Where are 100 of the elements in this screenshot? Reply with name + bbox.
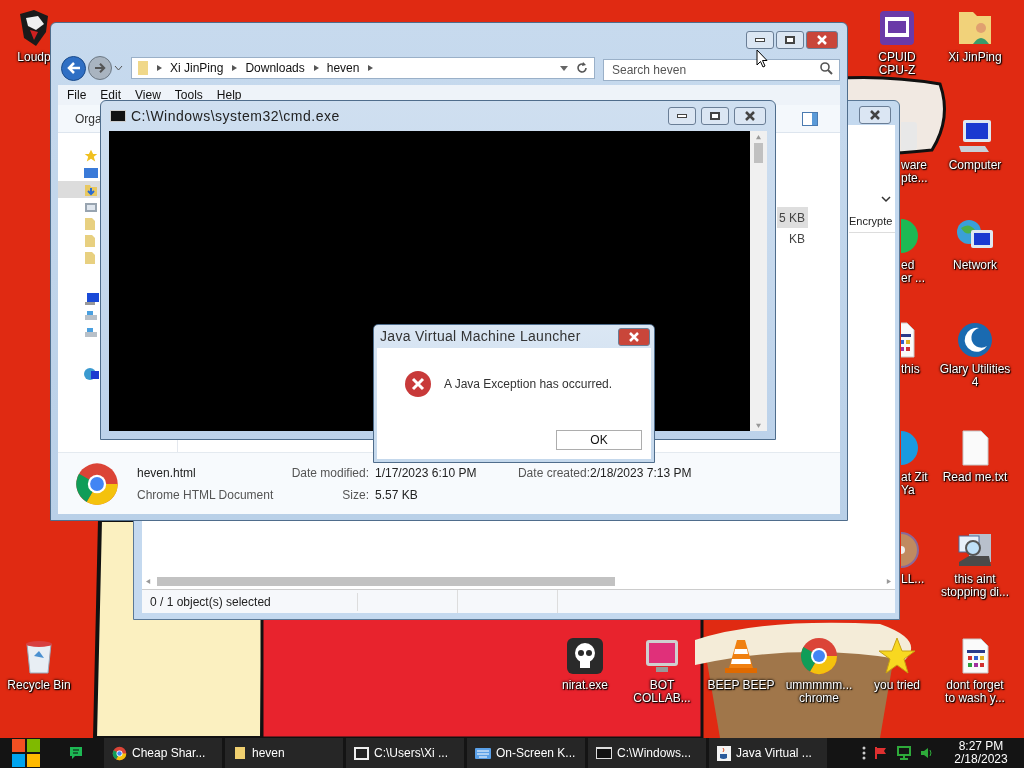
file-row[interactable]: KB bbox=[777, 228, 808, 249]
archive-app-icon bbox=[354, 746, 369, 760]
clock-time: 8:27 PM bbox=[958, 740, 1004, 753]
file-type: Chrome HTML Document bbox=[137, 486, 275, 504]
scroll-down-icon bbox=[756, 423, 761, 428]
icon-label[interactable]: Network bbox=[953, 259, 997, 272]
scroll-thumb[interactable] bbox=[754, 143, 763, 163]
menu-item[interactable]: Help bbox=[209, 86, 249, 104]
star-icon bbox=[84, 148, 98, 163]
scroll-up-icon bbox=[756, 135, 761, 140]
breadcrumb-item[interactable]: heven bbox=[326, 59, 360, 77]
close-button[interactable] bbox=[806, 31, 838, 49]
back-button[interactable] bbox=[61, 55, 86, 81]
icon-label[interactable]: Recycle Bin bbox=[7, 679, 71, 692]
taskbar-button[interactable]: C:\Windows... bbox=[588, 738, 706, 768]
dropdown-caret-icon[interactable] bbox=[114, 65, 123, 71]
round-app-icon bbox=[901, 428, 921, 468]
breadcrumb-item[interactable]: Downloads bbox=[245, 59, 305, 77]
chat-bubble-icon bbox=[68, 745, 84, 761]
star-icon bbox=[877, 636, 917, 676]
chevron-right-icon bbox=[156, 65, 162, 71]
close-icon bbox=[744, 111, 756, 121]
chevron-right-icon bbox=[231, 65, 238, 71]
menu-item[interactable]: Edit bbox=[93, 86, 129, 104]
menu-item[interactable]: Tools bbox=[167, 86, 210, 104]
maximize-button[interactable] bbox=[776, 31, 804, 49]
taskbar-button[interactable]: C:\Users\Xi ... bbox=[346, 738, 464, 768]
menu-item[interactable]: View bbox=[128, 86, 168, 104]
error-icon bbox=[404, 370, 432, 398]
keyboard-icon bbox=[475, 747, 491, 759]
chrome-icon bbox=[74, 460, 120, 507]
taskbar-button[interactable]: Java Virtual ... bbox=[709, 738, 827, 768]
coffee-cup-icon bbox=[717, 745, 731, 761]
icon-label[interactable]: Xi JinPing bbox=[948, 51, 1002, 64]
scroll-thumb[interactable] bbox=[157, 576, 615, 586]
maximize-button[interactable] bbox=[701, 107, 729, 125]
folder-icon bbox=[84, 216, 96, 231]
address-bar[interactable]: Xi JinPing Downloads heven bbox=[131, 57, 595, 79]
vertical-scrollbar[interactable] bbox=[750, 131, 767, 431]
clock[interactable]: 8:27 PM 2/18/2023 bbox=[938, 740, 1024, 766]
icon-label[interactable]: Loudp bbox=[17, 51, 51, 64]
column-header[interactable]: Encrypte bbox=[849, 211, 895, 233]
icon-label[interactable]: ware pte... bbox=[901, 159, 928, 185]
clock-date: 2/18/2023 bbox=[954, 753, 1008, 766]
field-label: Date modified: bbox=[290, 464, 369, 482]
minimize-icon bbox=[755, 38, 765, 42]
icon-label[interactable]: ummmmm... chrome bbox=[785, 679, 853, 705]
icon-label[interactable]: ed er ... bbox=[901, 259, 925, 285]
network-icon[interactable] bbox=[896, 746, 912, 760]
nav-item[interactable] bbox=[58, 181, 100, 198]
icon-label[interactable]: Computer bbox=[948, 159, 1002, 172]
dropdown-caret-icon[interactable] bbox=[560, 65, 568, 71]
icon-label[interactable]: Read me.txt bbox=[942, 471, 1008, 484]
folder-icon bbox=[84, 250, 96, 265]
close-button[interactable] bbox=[618, 327, 650, 346]
icon-label[interactable]: BOT COLLAB... bbox=[633, 679, 691, 705]
chrome-icon bbox=[112, 745, 127, 761]
icon-label[interactable]: nirat.exe bbox=[562, 679, 608, 692]
refresh-icon[interactable] bbox=[576, 62, 588, 74]
minimize-button[interactable] bbox=[668, 107, 696, 125]
icon-label[interactable]: you tried bbox=[874, 679, 920, 692]
icon-label[interactable]: this bbox=[901, 363, 920, 376]
minimize-button[interactable] bbox=[746, 31, 774, 49]
windows-logo-icon bbox=[11, 738, 41, 768]
breadcrumb-item[interactable]: Xi JinPing bbox=[170, 59, 224, 77]
cursor-icon bbox=[756, 49, 768, 68]
arrow-left-icon bbox=[66, 62, 81, 74]
flag-icon[interactable] bbox=[874, 746, 888, 760]
forward-button[interactable] bbox=[88, 56, 112, 80]
chip-icon bbox=[877, 8, 917, 48]
icon-label[interactable]: Glary Utilities 4 bbox=[939, 363, 1011, 389]
taskbar-button[interactable]: heven bbox=[225, 738, 343, 768]
preview-pane-icon[interactable] bbox=[802, 111, 818, 126]
icon-label[interactable]: CPUID CPU-Z bbox=[878, 51, 916, 77]
field-label: Date created: bbox=[516, 464, 590, 482]
ok-button[interactable]: OK bbox=[556, 430, 642, 450]
icon-label[interactable]: LL... bbox=[901, 573, 925, 586]
speaker-icon[interactable] bbox=[920, 746, 934, 760]
chevron-right-icon bbox=[367, 65, 374, 71]
taskbar-button[interactable]: On-Screen K... bbox=[467, 738, 585, 768]
terminal-icon bbox=[110, 110, 126, 122]
icon-label[interactable]: BEEP BEEP bbox=[707, 679, 775, 692]
icon-label[interactable]: at Zit Ya bbox=[901, 471, 928, 497]
status-text: 0 / 1 object(s) selected bbox=[142, 592, 358, 611]
taskbar-button[interactable]: Cheap Shar... bbox=[104, 738, 222, 768]
field-value: 2/18/2023 7:13 PM bbox=[590, 464, 692, 482]
search-field[interactable]: Search heven bbox=[603, 59, 840, 81]
menu-item[interactable]: File bbox=[67, 86, 94, 104]
more-icon[interactable] bbox=[862, 746, 866, 760]
folder-icon bbox=[84, 233, 96, 248]
field-label: Size: bbox=[341, 486, 369, 504]
terminal-icon bbox=[596, 747, 612, 759]
dialog-message: A Java Exception has occurred. bbox=[444, 376, 613, 393]
close-button[interactable] bbox=[734, 107, 766, 125]
drive-icon bbox=[84, 309, 98, 322]
arrow-right-icon bbox=[94, 63, 106, 73]
close-button[interactable] bbox=[859, 106, 891, 124]
folder-icon bbox=[233, 746, 247, 760]
icon-label[interactable]: dont forget to wash y... bbox=[945, 679, 1005, 705]
icon-label[interactable]: this aint stopping di... bbox=[940, 573, 1009, 599]
